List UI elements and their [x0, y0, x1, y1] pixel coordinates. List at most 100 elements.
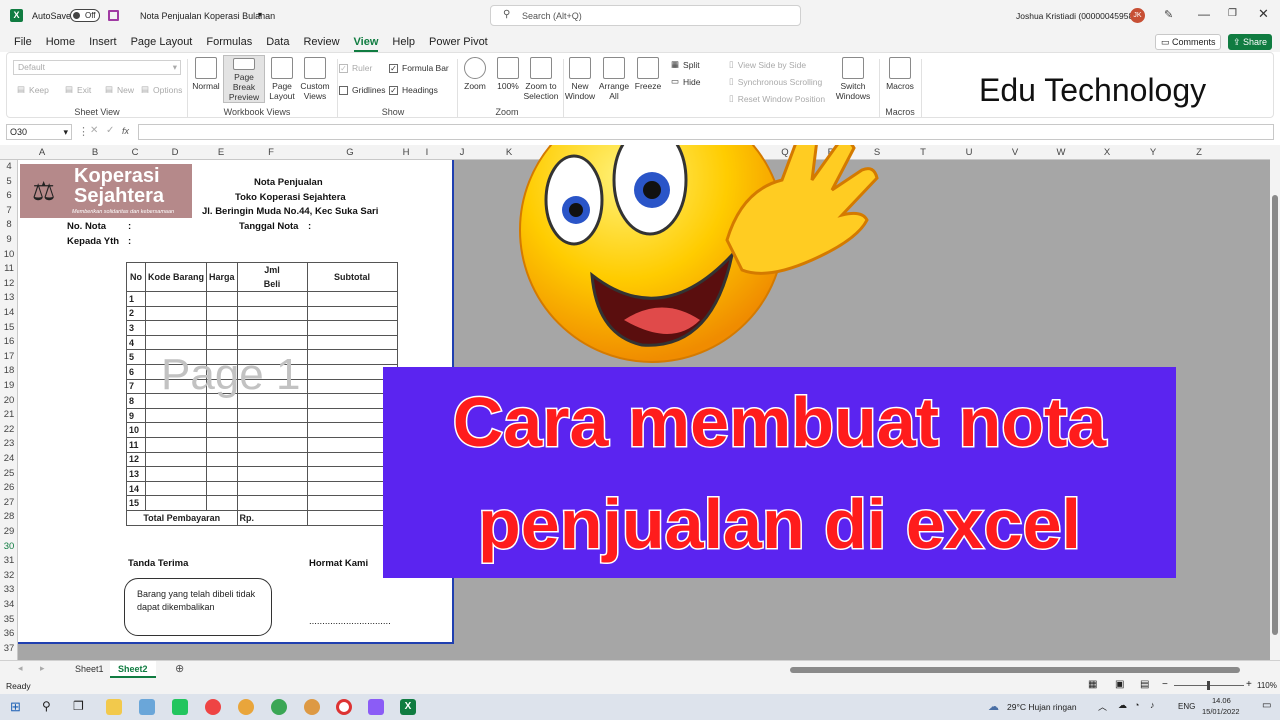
table-cell[interactable]	[306, 334, 398, 351]
autosave-toggle[interactable]: Off	[70, 9, 100, 22]
close-icon[interactable]: ✕	[1258, 6, 1269, 22]
table-cell[interactable]	[236, 291, 308, 307]
row-header[interactable]: 34	[0, 598, 18, 613]
comments-button[interactable]: ▭ Comments	[1155, 34, 1221, 50]
row-header[interactable]: 18	[0, 364, 18, 379]
table-cell[interactable]	[145, 436, 207, 453]
row-header[interactable]: 29	[0, 525, 18, 540]
row-header[interactable]: 8	[0, 218, 18, 233]
zoom-slider-thumb[interactable]	[1207, 681, 1210, 690]
excel-taskbar-icon[interactable]: X	[400, 699, 416, 715]
row-header[interactable]: 35	[0, 613, 18, 628]
page-layout-view-icon[interactable]: ▣	[1115, 679, 1124, 690]
zoom-100-button[interactable]: 100%	[493, 57, 523, 91]
row-number[interactable]: 7	[126, 378, 146, 395]
exit-button[interactable]: ▤ Exit	[65, 84, 91, 95]
tab-home[interactable]: Home	[46, 32, 75, 52]
table-cell[interactable]	[306, 349, 398, 365]
taskbar-search-icon[interactable]: ⚲	[42, 699, 51, 713]
new-button[interactable]: ▤ New	[105, 84, 134, 95]
chrome-icon[interactable]	[271, 699, 287, 715]
table-cell[interactable]	[145, 320, 207, 336]
keep-button[interactable]: ▤ Keep	[17, 84, 49, 95]
table-cell[interactable]	[145, 334, 207, 351]
row-header[interactable]: 16	[0, 335, 18, 350]
row-header[interactable]: 25	[0, 467, 18, 482]
row-header[interactable]: 5	[0, 175, 18, 190]
table-cell[interactable]	[306, 291, 398, 307]
document-title[interactable]: Nota Penjualan Koperasi Bulanan	[140, 11, 275, 21]
gridlines-checkbox[interactable]: Gridlines	[339, 85, 386, 95]
tab-insert[interactable]: Insert	[89, 32, 117, 52]
table-cell[interactable]	[145, 495, 207, 511]
page-break-view-icon[interactable]: ▤	[1140, 679, 1149, 690]
restore-icon[interactable]: ❐	[1228, 8, 1237, 19]
table-cell[interactable]	[236, 407, 308, 424]
normal-view-icon[interactable]: ▦	[1088, 679, 1097, 690]
cancel-icon[interactable]: ✕	[90, 125, 98, 136]
share-button[interactable]: ⇪ Share	[1228, 34, 1272, 50]
table-cell[interactable]	[206, 495, 238, 511]
vertical-scrollbar[interactable]	[1270, 145, 1280, 660]
row-number[interactable]: 10	[126, 422, 146, 438]
sheet-tab-sheet2[interactable]: Sheet2	[110, 661, 156, 678]
wifi-icon[interactable]: ◔	[1134, 700, 1139, 710]
table-cell[interactable]	[145, 466, 207, 482]
zoom-slider[interactable]	[1174, 681, 1244, 690]
page-break-preview-button[interactable]: Page Break Preview	[223, 55, 265, 103]
search-box[interactable]: ⚲ Search (Alt+Q)	[490, 5, 801, 26]
clock-time[interactable]: 14.06	[1212, 696, 1231, 705]
tab-power-pivot[interactable]: Power Pivot	[429, 32, 488, 52]
tab-view[interactable]: View	[353, 32, 378, 52]
chevron-down-icon[interactable]: ▾	[258, 10, 262, 19]
column-header[interactable]: V	[992, 145, 1038, 160]
table-cell[interactable]	[306, 320, 398, 336]
zoom-button[interactable]: Zoom	[459, 57, 491, 91]
minimize-icon[interactable]: —	[1198, 7, 1210, 21]
row-header[interactable]: 22	[0, 423, 18, 438]
language-indicator[interactable]: ENG	[1178, 702, 1195, 711]
row-header[interactable]: 24	[0, 452, 18, 467]
chrome-icon[interactable]	[304, 699, 320, 715]
row-number[interactable]: 14	[126, 480, 146, 497]
row-number[interactable]: 1	[126, 291, 146, 307]
reset-window-button[interactable]: ▯ Reset Window Position	[729, 93, 825, 104]
tray-chevron-icon[interactable]: ︿	[1098, 700, 1107, 713]
tab-help[interactable]: Help	[392, 32, 415, 52]
column-header[interactable]: F	[238, 145, 304, 160]
clock-date[interactable]: 15/01/2022	[1202, 707, 1240, 716]
tab-review[interactable]: Review	[303, 32, 339, 52]
worksheet-area[interactable]: ABCDEFGHIJKLMNOPQRSTUVWXYZ 4567891011121…	[0, 145, 1270, 660]
row-number[interactable]: 15	[126, 495, 146, 511]
column-header[interactable]: I	[416, 145, 438, 160]
horizontal-scrollbar[interactable]	[790, 667, 1240, 673]
tab-data[interactable]: Data	[266, 32, 289, 52]
column-header[interactable]: D	[146, 145, 204, 160]
column-header[interactable]: W	[1038, 145, 1084, 160]
table-cell[interactable]	[306, 305, 398, 322]
row-header[interactable]: 7	[0, 204, 18, 219]
weather-text[interactable]: 29°C Hujan ringan	[1007, 702, 1077, 712]
hide-button[interactable]: ▭ Hide	[671, 76, 701, 87]
table-cell[interactable]	[206, 480, 238, 497]
row-header[interactable]: 20	[0, 394, 18, 409]
table-cell[interactable]	[236, 436, 308, 453]
column-header[interactable]: Y	[1130, 145, 1176, 160]
table-cell[interactable]	[145, 305, 207, 322]
row-header[interactable]: 6	[0, 189, 18, 204]
table-cell[interactable]	[236, 480, 308, 497]
table-cell[interactable]	[145, 422, 207, 438]
zoom-out-icon[interactable]: −	[1162, 679, 1168, 690]
sheet-view-dropdown[interactable]: Default ▾	[13, 60, 181, 75]
row-number[interactable]: 3	[126, 320, 146, 336]
volume-icon[interactable]: ♪	[1150, 700, 1155, 710]
notification-icon[interactable]: ▭	[1262, 700, 1271, 711]
row-header[interactable]: 37	[0, 642, 18, 657]
sheet-tab-sheet1[interactable]: Sheet1	[75, 664, 104, 674]
table-cell[interactable]	[236, 334, 308, 351]
line-app-icon[interactable]	[172, 699, 188, 715]
tab-page-layout[interactable]: Page Layout	[131, 32, 193, 52]
view-side-by-side-button[interactable]: ▯ View Side by Side	[729, 59, 806, 70]
row-header[interactable]: 12	[0, 277, 18, 292]
file-explorer-icon[interactable]	[106, 699, 122, 715]
